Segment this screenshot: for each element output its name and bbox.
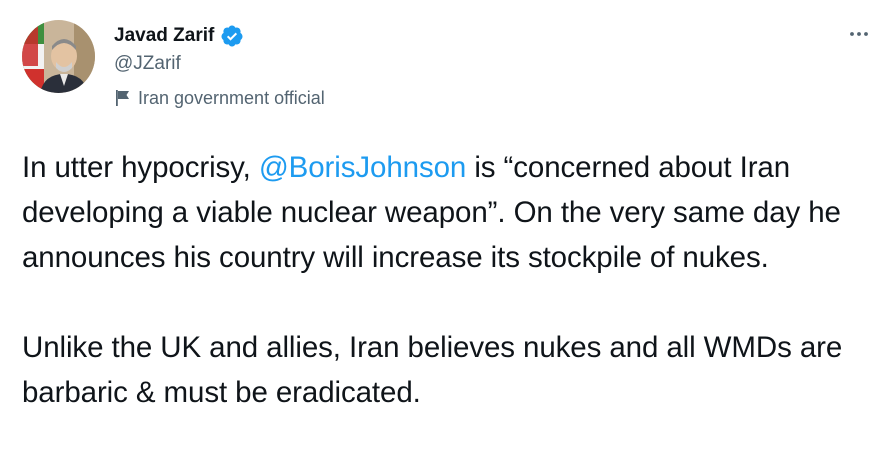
tweet-paragraph-1: In utter hypocrisy, @BorisJohnson is “co…: [22, 145, 882, 280]
government-label[interactable]: Iran government official: [114, 86, 325, 110]
author-display-name[interactable]: Javad Zarif: [114, 24, 214, 48]
tweet-text-segment: In utter hypocrisy,: [22, 151, 259, 184]
author-handle[interactable]: @JZarif: [114, 52, 181, 76]
government-label-text: Iran government official: [138, 88, 325, 108]
tweet-card: Javad Zarif @JZarif Iran government offi…: [0, 0, 891, 467]
tweet-paragraph-2: Unlike the UK and allies, Iran believes …: [22, 331, 843, 409]
flag-icon: [114, 89, 132, 107]
avatar[interactable]: [22, 20, 95, 93]
mention-link[interactable]: @BorisJohnson: [259, 151, 466, 184]
author-name-row: Javad Zarif: [114, 24, 244, 48]
avatar-photo: [22, 20, 95, 93]
tweet-text: In utter hypocrisy, @BorisJohnson is “co…: [22, 145, 882, 415]
more-dots-icon: [850, 32, 868, 36]
verified-badge-icon: [220, 24, 244, 48]
more-options-button[interactable]: [842, 20, 876, 48]
